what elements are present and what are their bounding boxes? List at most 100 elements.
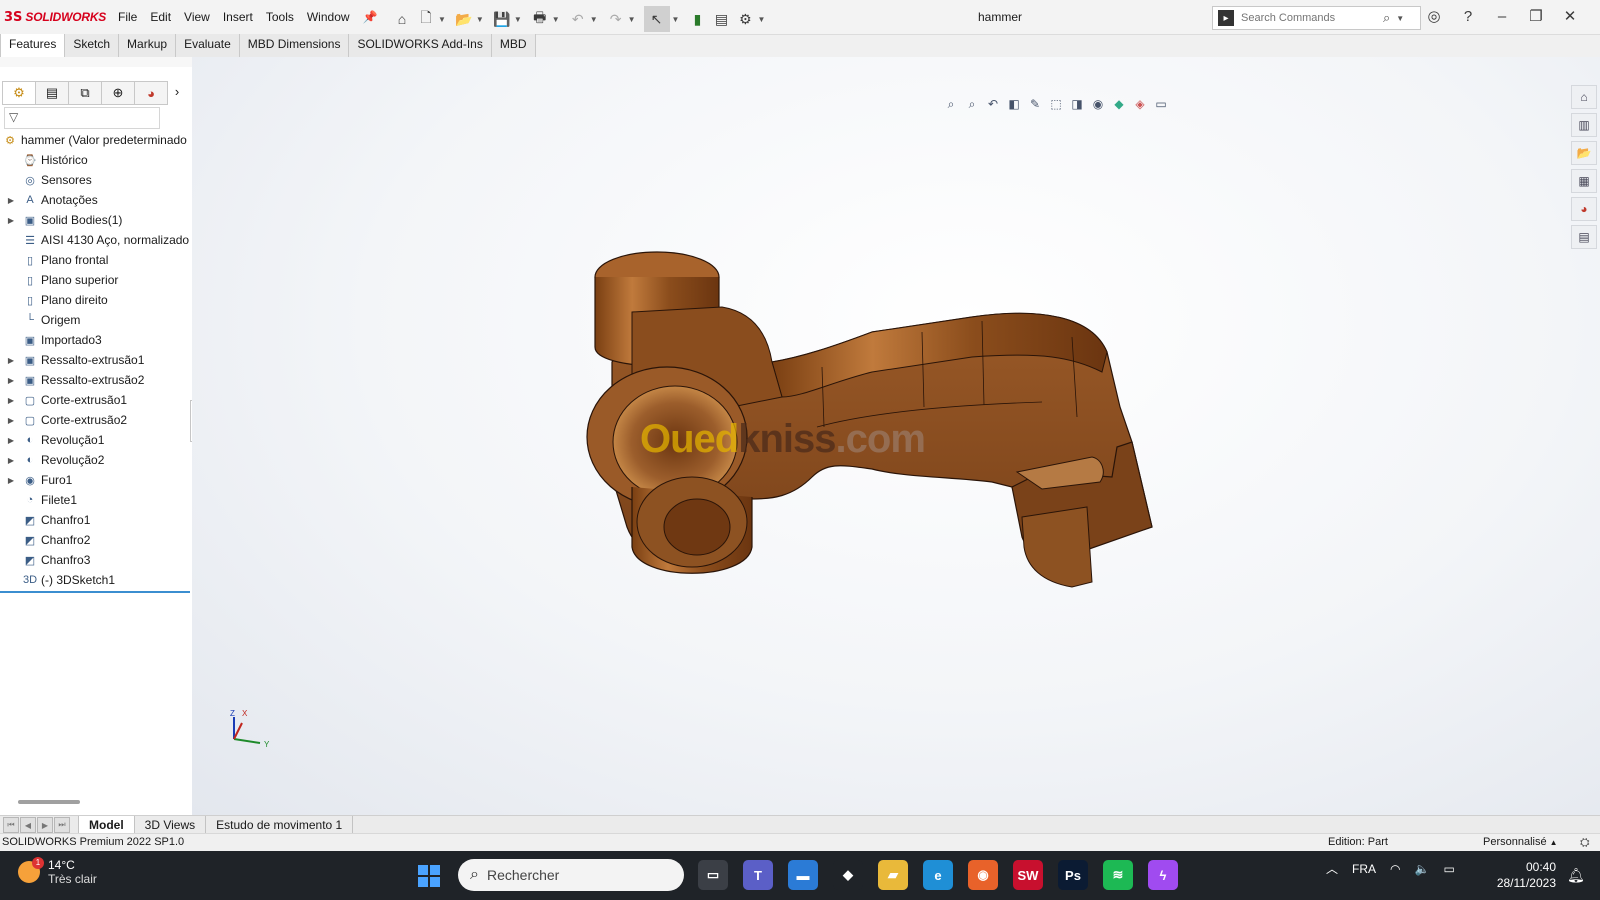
solidworks-resources-icon[interactable]: ⌂ [1571,85,1597,109]
section-view-icon[interactable]: ◧ [1005,95,1023,113]
tree-item[interactable]: ▶ ◉ Furo1 [0,470,192,490]
tab-motion-study[interactable]: Estudo de movimento 1 [205,816,354,834]
restore-icon[interactable]: ❐ [1526,6,1546,26]
tree-item[interactable]: ◩ Chanfro1 [0,510,192,530]
messenger-app[interactable]: ϟ [1148,860,1178,890]
search-icon[interactable]: ⌕ [1383,10,1390,26]
apply-scene-icon[interactable]: ◈ [1131,95,1149,113]
horizontal-scrollbar[interactable] [18,800,80,804]
open-icon[interactable]: 📂 [454,9,474,29]
hide-show-items-icon[interactable]: ◉ [1089,95,1107,113]
menu-tools[interactable]: Tools [266,10,294,24]
edge-app[interactable]: e [923,860,953,890]
tab-evaluate[interactable]: Evaluate [175,34,240,58]
tree-item[interactable]: ▶ ▢ Corte-extrusão2 [0,410,192,430]
input-language[interactable]: FRA [1352,862,1376,876]
select-icon[interactable]: ↖ [643,6,670,32]
display-style-icon[interactable]: ◨ [1068,95,1086,113]
tab-mbd-dimensions[interactable]: MBD Dimensions [238,34,350,58]
tree-item[interactable]: ▣ Importado3 [0,330,192,350]
search-input[interactable] [1239,11,1383,25]
chevron-down-icon[interactable]: ▼ [476,15,484,24]
tree-item[interactable]: ◎ Sensores [0,170,192,190]
spotify-app[interactable]: ≋ [1103,860,1133,890]
previous-view-icon[interactable]: ↶ [984,95,1002,113]
chevron-down-icon[interactable]: ▼ [1396,14,1404,23]
tree-root-part[interactable]: ⚙ hammer (Valor predeterminado [0,130,192,150]
expand-arrow-icon[interactable]: ▶ [6,456,16,465]
undo-icon[interactable]: ↶ [568,9,588,29]
feature-manager-tab-icon[interactable]: ⚙ [2,81,36,105]
system-clock[interactable]: 00:40 28/11/2023 [1488,859,1556,891]
tab-features[interactable]: Features [0,34,66,58]
edit-appearance-icon[interactable]: ◆ [1110,95,1128,113]
task-view-app[interactable]: ▭ [698,860,728,890]
wifi-icon[interactable]: ◠ [1390,862,1400,876]
pin-icon[interactable]: 📌 [363,10,378,24]
chevron-down-icon[interactable]: ▼ [672,15,680,24]
menu-window[interactable]: Window [307,10,350,24]
expand-arrow-icon[interactable]: ▶ [6,396,16,405]
notification-bell-icon[interactable]: 🔔︎ [1567,867,1585,884]
expand-arrow-icon[interactable]: ▶ [6,476,16,485]
menu-file[interactable]: File [118,10,137,24]
graphics-area[interactable]: ⌕ ⌕ ↶ ◧ ✎ ⬚ ◨ ◉ ◆ ◈ ▭ ◫ ◫ – ❐ ✕ [192,57,1600,815]
explorer-app[interactable]: ▰ [878,860,908,890]
next-tab-icon[interactable]: ▶ [37,817,53,833]
tree-item[interactable]: ⌚ Histórico [0,150,192,170]
chevron-up-icon[interactable]: ︿ [1326,860,1338,877]
save-icon[interactable]: 💾 [492,9,512,29]
tree-item[interactable]: ▯ Plano superior [0,270,192,290]
menu-edit[interactable]: Edit [150,10,171,24]
menu-insert[interactable]: Insert [223,10,253,24]
menu-view[interactable]: View [184,10,210,24]
chevron-down-icon[interactable]: ▼ [552,15,560,24]
tab-model[interactable]: Model [78,816,134,834]
tab-markup[interactable]: Markup [118,34,177,58]
teams-app[interactable]: T [743,860,773,890]
print-icon[interactable]: 🖶 [530,9,550,29]
rollback-bar[interactable] [0,591,190,593]
new-document-icon[interactable]: 🗋 [416,9,436,29]
display-manager-tab-icon[interactable]: ◕ [134,81,168,105]
view-orientation-icon[interactable]: ⬚ [1047,95,1065,113]
tree-item[interactable]: ▶ ◐ Revolução1 [0,430,192,450]
expand-arrow-icon[interactable]: ▶ [6,356,16,365]
taskbar-search[interactable]: ⌕ Rechercher [458,859,684,891]
expand-arrow-icon[interactable]: ▶ [6,216,16,225]
expand-arrow-icon[interactable]: ▶ [6,376,16,385]
tree-item[interactable]: ◩ Chanfro2 [0,530,192,550]
redo-icon[interactable]: ↷ [606,9,626,29]
chevron-down-icon[interactable]: ▼ [590,15,598,24]
chevron-down-icon[interactable]: ▼ [757,15,765,24]
zoom-to-fit-icon[interactable]: ⌕ [942,95,960,113]
expand-arrow-icon[interactable]: ▶ [6,436,16,445]
minimize-icon[interactable]: – [1492,6,1512,26]
tree-item[interactable]: ▶ ▣ Ressalto-extrusão1 [0,350,192,370]
tree-item[interactable]: ▶ A Anotações [0,190,192,210]
tree-item[interactable]: ◩ Chanfro3 [0,550,192,570]
tab-3d-views[interactable]: 3D Views [133,816,205,834]
desktop-app[interactable]: ▬ [788,860,818,890]
volume-icon[interactable]: 🔈 [1415,862,1430,876]
panel-grip[interactable] [0,57,192,67]
anydesk-app[interactable]: ◆ [833,860,863,890]
solidworks-app[interactable]: SW [1013,860,1043,890]
tab-sketch[interactable]: Sketch [64,34,120,58]
battery-icon[interactable]: ▭ [1443,862,1454,876]
tree-item[interactable]: ▶ ▣ Ressalto-extrusão2 [0,370,192,390]
tree-item[interactable]: 3D (-) 3DSketch1 [0,570,192,590]
last-tab-icon[interactable]: ⏭ [54,817,70,833]
chevron-right-icon[interactable]: › [167,81,187,103]
appearances-icon[interactable]: ◕ [1571,197,1597,221]
previous-tab-icon[interactable]: ◀ [20,817,36,833]
tree-item[interactable]: ▶ ▢ Corte-extrusão1 [0,390,192,410]
dynamic-annotation-icon[interactable]: ✎ [1026,95,1044,113]
configuration-manager-tab-icon[interactable]: ⧉ [68,81,102,105]
custom-properties-icon[interactable]: ▤ [1571,225,1597,249]
chevron-down-icon[interactable]: ▼ [438,15,446,24]
view-palette-icon[interactable]: ▦ [1571,169,1597,193]
photoshop-app[interactable]: Ps [1058,860,1088,890]
tree-item[interactable]: ◔ Filete1 [0,490,192,510]
first-tab-icon[interactable]: ⏮ [3,817,19,833]
